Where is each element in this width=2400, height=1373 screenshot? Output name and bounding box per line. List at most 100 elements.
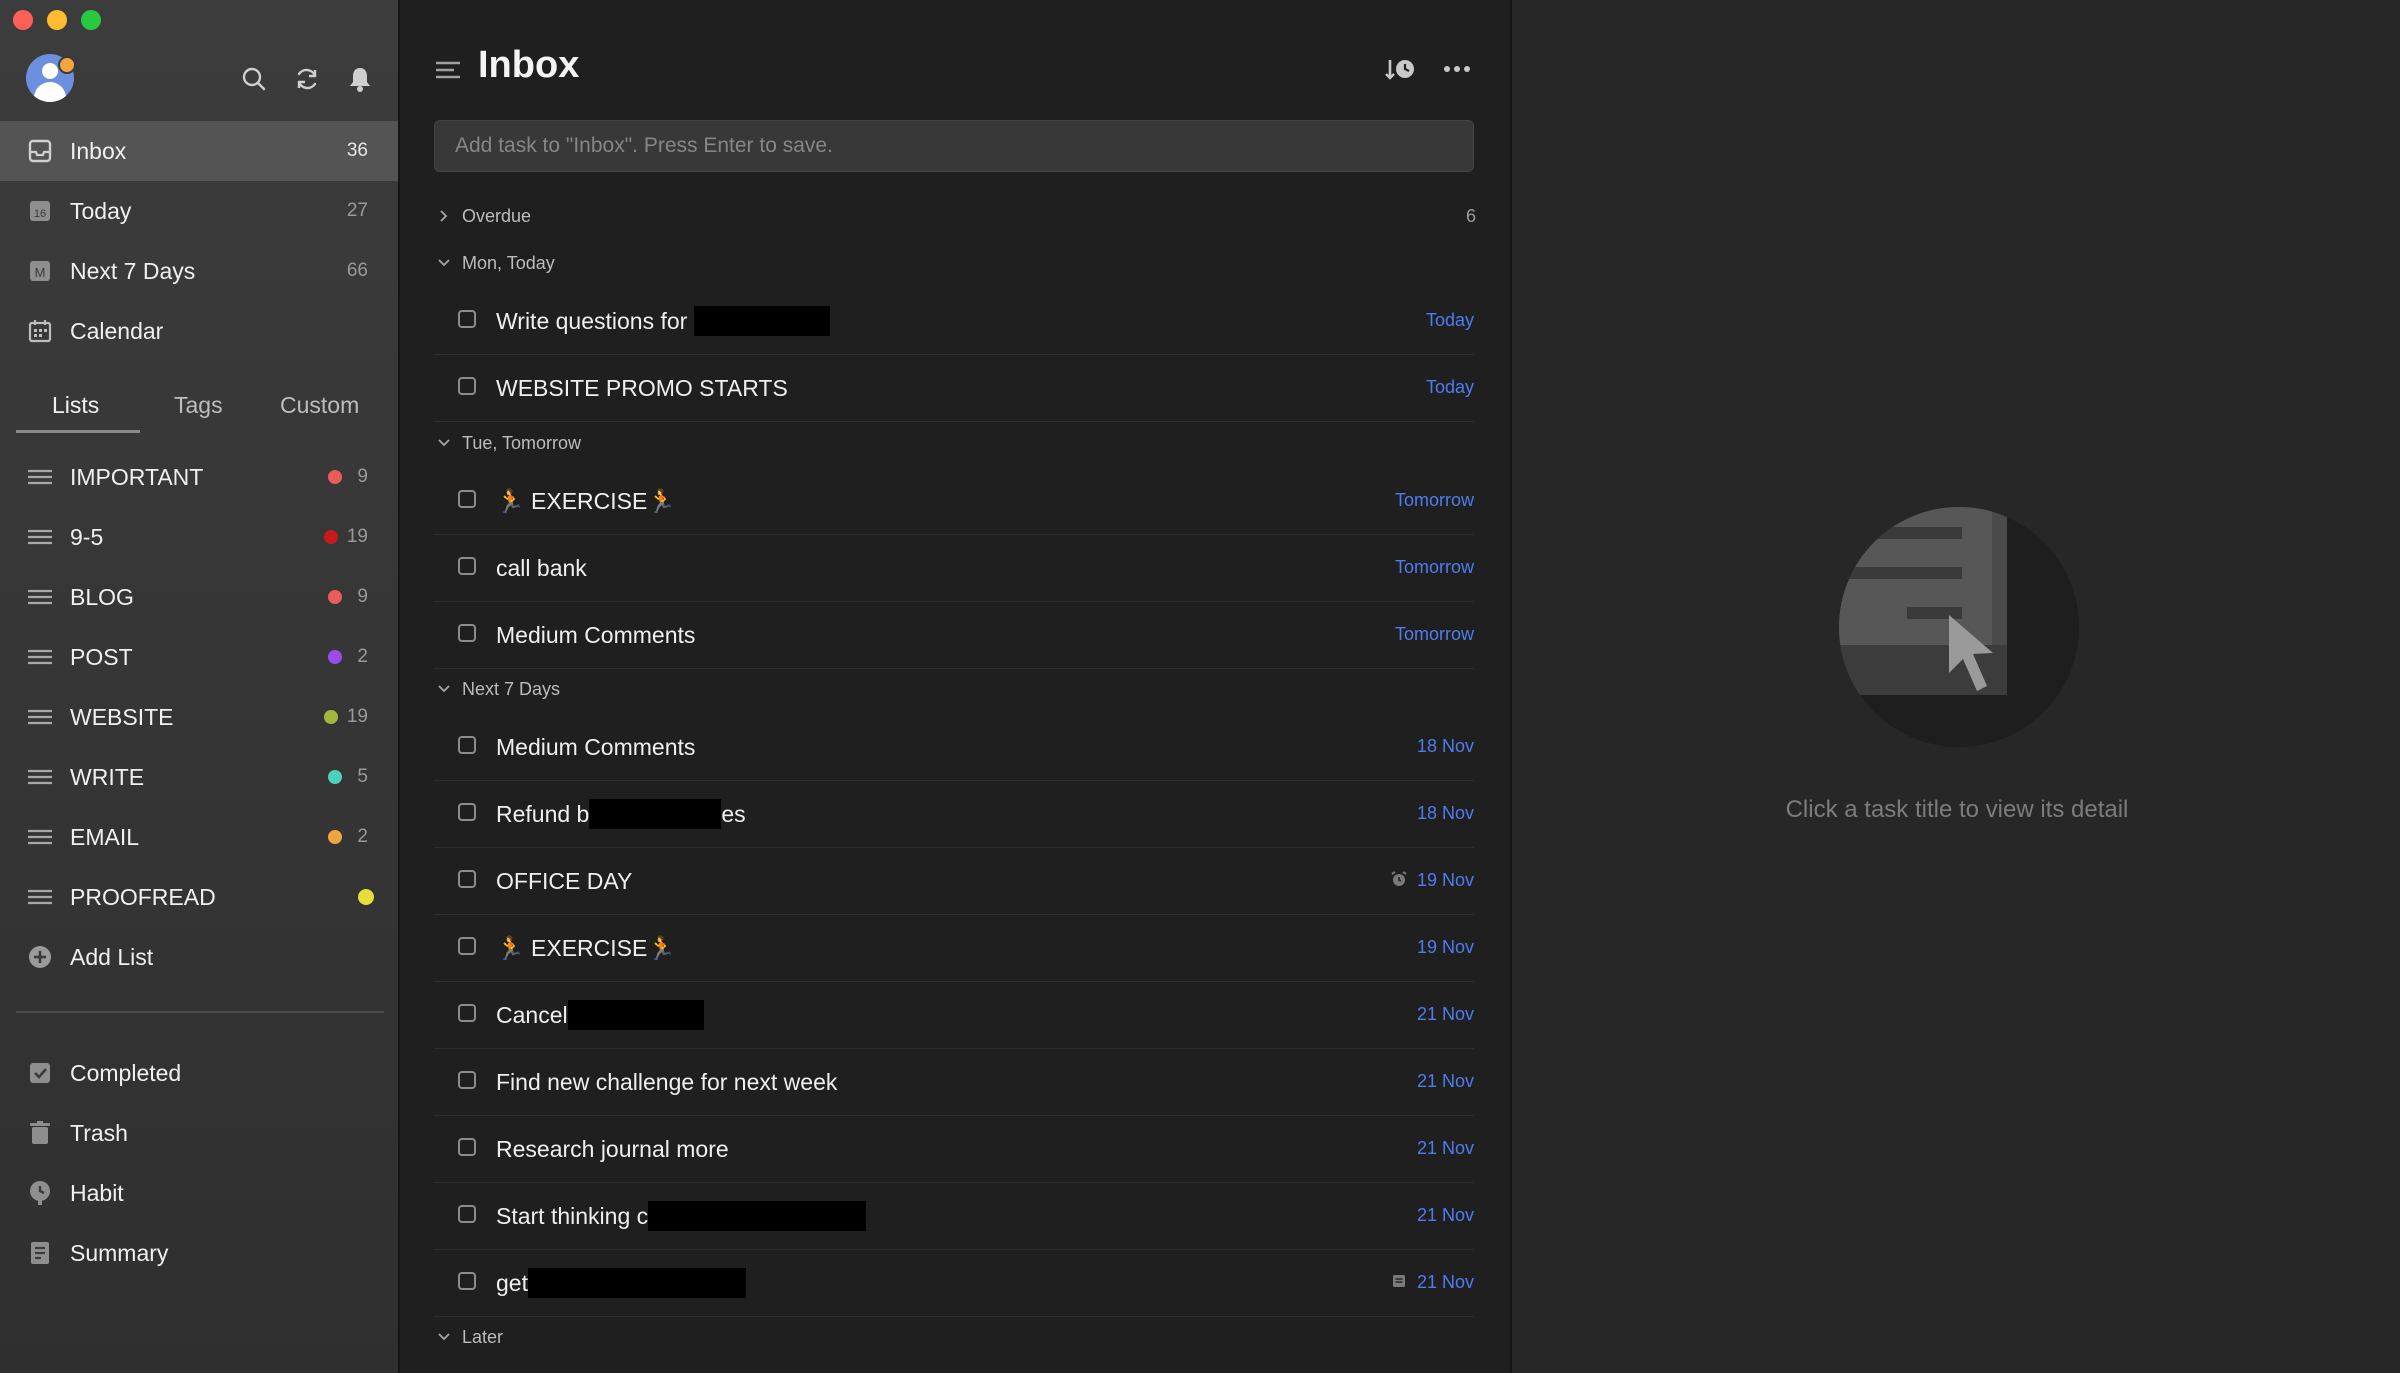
sidebar-item-completed[interactable]: Completed bbox=[0, 1043, 398, 1103]
task-row[interactable]: get 21 Nov bbox=[434, 1250, 1474, 1317]
section-header-today[interactable]: Mon, Today bbox=[436, 248, 1476, 278]
task-title[interactable]: Research journal more bbox=[496, 1136, 729, 1163]
sidebar-item-list[interactable]: WRITE 5 bbox=[0, 747, 398, 807]
task-checkbox[interactable] bbox=[458, 1138, 476, 1156]
task-row[interactable]: Cancel 21 Nov bbox=[434, 982, 1474, 1049]
sidebar-item-trash[interactable]: Trash bbox=[0, 1103, 398, 1163]
task-due-date[interactable]: 19 Nov bbox=[1417, 870, 1474, 891]
sidebar-item-today[interactable]: 16 Today 27 bbox=[0, 181, 398, 241]
task-due-date[interactable]: Tomorrow bbox=[1395, 557, 1474, 578]
menu-toggle-icon[interactable] bbox=[434, 56, 462, 84]
task-row[interactable]: WEBSITE PROMO STARTS Today bbox=[434, 355, 1474, 422]
task-checkbox[interactable] bbox=[458, 1004, 476, 1022]
sidebar-item-list[interactable]: PROOFREAD bbox=[0, 867, 398, 927]
task-due-date[interactable]: 21 Nov bbox=[1417, 1004, 1474, 1025]
task-checkbox[interactable] bbox=[458, 937, 476, 955]
task-row[interactable]: call bank Tomorrow bbox=[434, 535, 1474, 602]
task-row[interactable]: Refund b es 18 Nov bbox=[434, 781, 1474, 848]
task-due-date[interactable]: 21 Nov bbox=[1417, 1272, 1474, 1293]
task-row[interactable]: 🏃 EXERCISE🏃 19 Nov bbox=[434, 915, 1474, 982]
plus-circle-icon bbox=[26, 943, 54, 971]
sidebar-item-label: PROOFREAD bbox=[70, 883, 216, 910]
avatar-notification-badge bbox=[58, 56, 76, 74]
sidebar-item-list[interactable]: POST 2 bbox=[0, 627, 398, 687]
task-row[interactable]: 🏃 EXERCISE🏃 Tomorrow bbox=[434, 468, 1474, 535]
sync-icon[interactable] bbox=[292, 64, 322, 94]
section-label: Mon, Today bbox=[462, 252, 555, 273]
task-row[interactable]: Write questions for Today bbox=[434, 288, 1474, 355]
sidebar-item-list[interactable]: WEBSITE 19 bbox=[0, 687, 398, 747]
sidebar-item-list[interactable]: IMPORTANT 9 bbox=[0, 447, 398, 507]
add-list-button[interactable]: Add List bbox=[0, 927, 398, 987]
sidebar-item-list[interactable]: BLOG 9 bbox=[0, 567, 398, 627]
task-row[interactable]: Research journal more 21 Nov bbox=[434, 1116, 1474, 1183]
task-checkbox[interactable] bbox=[458, 1272, 476, 1290]
bell-icon[interactable] bbox=[345, 64, 375, 94]
sidebar-item-list[interactable]: 9-5 19 bbox=[0, 507, 398, 567]
sidebar-item-label: WRITE bbox=[70, 763, 145, 790]
tab-custom[interactable]: Custom bbox=[280, 392, 359, 419]
maximize-window-button[interactable] bbox=[81, 10, 101, 30]
tab-lists[interactable]: Lists bbox=[52, 392, 99, 419]
task-row[interactable]: Medium Comments 18 Nov bbox=[434, 714, 1474, 781]
task-due-date[interactable]: Today bbox=[1426, 310, 1474, 331]
task-checkbox[interactable] bbox=[458, 870, 476, 888]
task-checkbox[interactable] bbox=[458, 1205, 476, 1223]
task-due-date[interactable]: Tomorrow bbox=[1395, 624, 1474, 645]
task-title[interactable]: Medium Comments bbox=[496, 622, 695, 649]
task-title[interactable]: Write questions for bbox=[496, 305, 830, 336]
task-due-date[interactable]: 21 Nov bbox=[1417, 1205, 1474, 1226]
tab-tags[interactable]: Tags bbox=[174, 392, 223, 419]
list-lines-icon bbox=[26, 883, 54, 911]
add-task-input[interactable] bbox=[434, 120, 1474, 172]
sidebar-item-habit[interactable]: Habit bbox=[0, 1163, 398, 1223]
search-icon[interactable] bbox=[239, 64, 269, 94]
task-title[interactable]: Refund b es bbox=[496, 798, 746, 829]
task-title[interactable]: Find new challenge for next week bbox=[496, 1069, 837, 1096]
task-due-date[interactable]: Tomorrow bbox=[1395, 490, 1474, 511]
task-due-date[interactable]: 21 Nov bbox=[1417, 1138, 1474, 1159]
task-due-date[interactable]: 18 Nov bbox=[1417, 803, 1474, 824]
sidebar-item-summary[interactable]: Summary bbox=[0, 1223, 398, 1283]
task-row[interactable]: Start thinking c 21 Nov bbox=[434, 1183, 1474, 1250]
sidebar-item-calendar[interactable]: Calendar bbox=[0, 301, 398, 361]
task-row[interactable]: Find new challenge for next week 21 Nov bbox=[434, 1049, 1474, 1116]
task-row[interactable]: Medium Comments Tomorrow bbox=[434, 602, 1474, 669]
task-title[interactable]: WEBSITE PROMO STARTS bbox=[496, 375, 788, 402]
task-title[interactable]: get bbox=[496, 1267, 746, 1298]
task-checkbox[interactable] bbox=[458, 736, 476, 754]
task-checkbox[interactable] bbox=[458, 803, 476, 821]
task-checkbox[interactable] bbox=[458, 1071, 476, 1089]
section-header-tomorrow[interactable]: Tue, Tomorrow bbox=[436, 428, 1476, 458]
section-header-later[interactable]: Later bbox=[436, 1322, 1476, 1352]
section-header-overdue[interactable]: Overdue 6 bbox=[436, 201, 1476, 231]
redacted-block bbox=[567, 999, 704, 1030]
task-due-date[interactable]: 21 Nov bbox=[1417, 1071, 1474, 1092]
task-due-date[interactable]: Today bbox=[1426, 377, 1474, 398]
sidebar-item-label: EMAIL bbox=[70, 823, 140, 850]
task-title[interactable]: call bank bbox=[496, 555, 587, 582]
task-title[interactable]: 🏃 EXERCISE🏃 bbox=[496, 488, 676, 515]
task-checkbox[interactable] bbox=[458, 377, 476, 395]
minimize-window-button[interactable] bbox=[47, 10, 67, 30]
task-checkbox[interactable] bbox=[458, 624, 476, 642]
sort-by-time-icon[interactable] bbox=[1384, 52, 1418, 86]
close-window-button[interactable] bbox=[13, 10, 33, 30]
task-title[interactable]: Start thinking c bbox=[496, 1200, 867, 1231]
task-title[interactable]: Medium Comments bbox=[496, 734, 695, 761]
sidebar-item-next-7-days[interactable]: M Next 7 Days 66 bbox=[0, 241, 398, 301]
task-title[interactable]: 🏃 EXERCISE🏃 bbox=[496, 935, 676, 962]
sidebar-item-inbox[interactable]: Inbox 36 bbox=[0, 121, 398, 181]
task-title[interactable]: OFFICE DAY bbox=[496, 868, 632, 895]
task-title[interactable]: Cancel bbox=[496, 999, 704, 1030]
sidebar-item-label: Summary bbox=[70, 1239, 169, 1266]
task-due-date[interactable]: 19 Nov bbox=[1417, 937, 1474, 958]
task-checkbox[interactable] bbox=[458, 490, 476, 508]
more-options-icon[interactable] bbox=[1440, 52, 1474, 86]
section-header-next-7-days[interactable]: Next 7 Days bbox=[436, 674, 1476, 704]
task-checkbox[interactable] bbox=[458, 557, 476, 575]
task-row[interactable]: OFFICE DAY 19 Nov bbox=[434, 848, 1474, 915]
task-checkbox[interactable] bbox=[458, 310, 476, 328]
sidebar-item-list[interactable]: EMAIL 2 bbox=[0, 807, 398, 867]
task-due-date[interactable]: 18 Nov bbox=[1417, 736, 1474, 757]
